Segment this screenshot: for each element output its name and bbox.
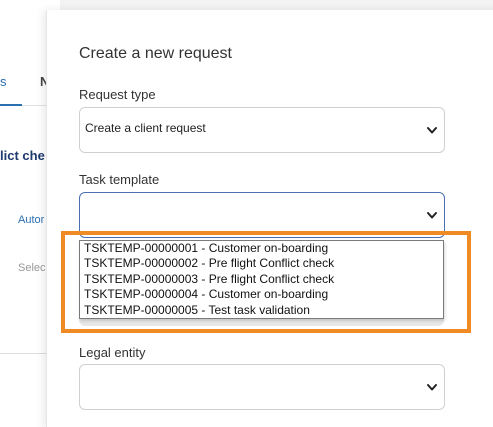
background-tab-1[interactable]: s [0, 74, 7, 89]
request-type-label: Request type [79, 87, 156, 102]
panel-title: Create a new request [79, 45, 232, 62]
chevron-down-icon [427, 212, 437, 219]
create-request-panel: Create a new request Request type Create… [46, 10, 493, 427]
background-link[interactable]: Autor [18, 214, 44, 226]
request-type-select[interactable]: Create a client request [79, 107, 445, 153]
background-placeholder: Selec [18, 262, 46, 274]
highlight-box [61, 231, 471, 333]
request-type-value: Create a client request [85, 121, 206, 135]
chevron-down-icon [427, 384, 437, 391]
legal-entity-select[interactable] [79, 364, 445, 410]
chevron-down-icon [427, 127, 437, 134]
legal-entity-label: Legal entity [79, 345, 146, 360]
background-heading: lict che [0, 148, 45, 163]
active-tab-underline [0, 104, 22, 106]
task-template-label: Task template [79, 172, 160, 187]
